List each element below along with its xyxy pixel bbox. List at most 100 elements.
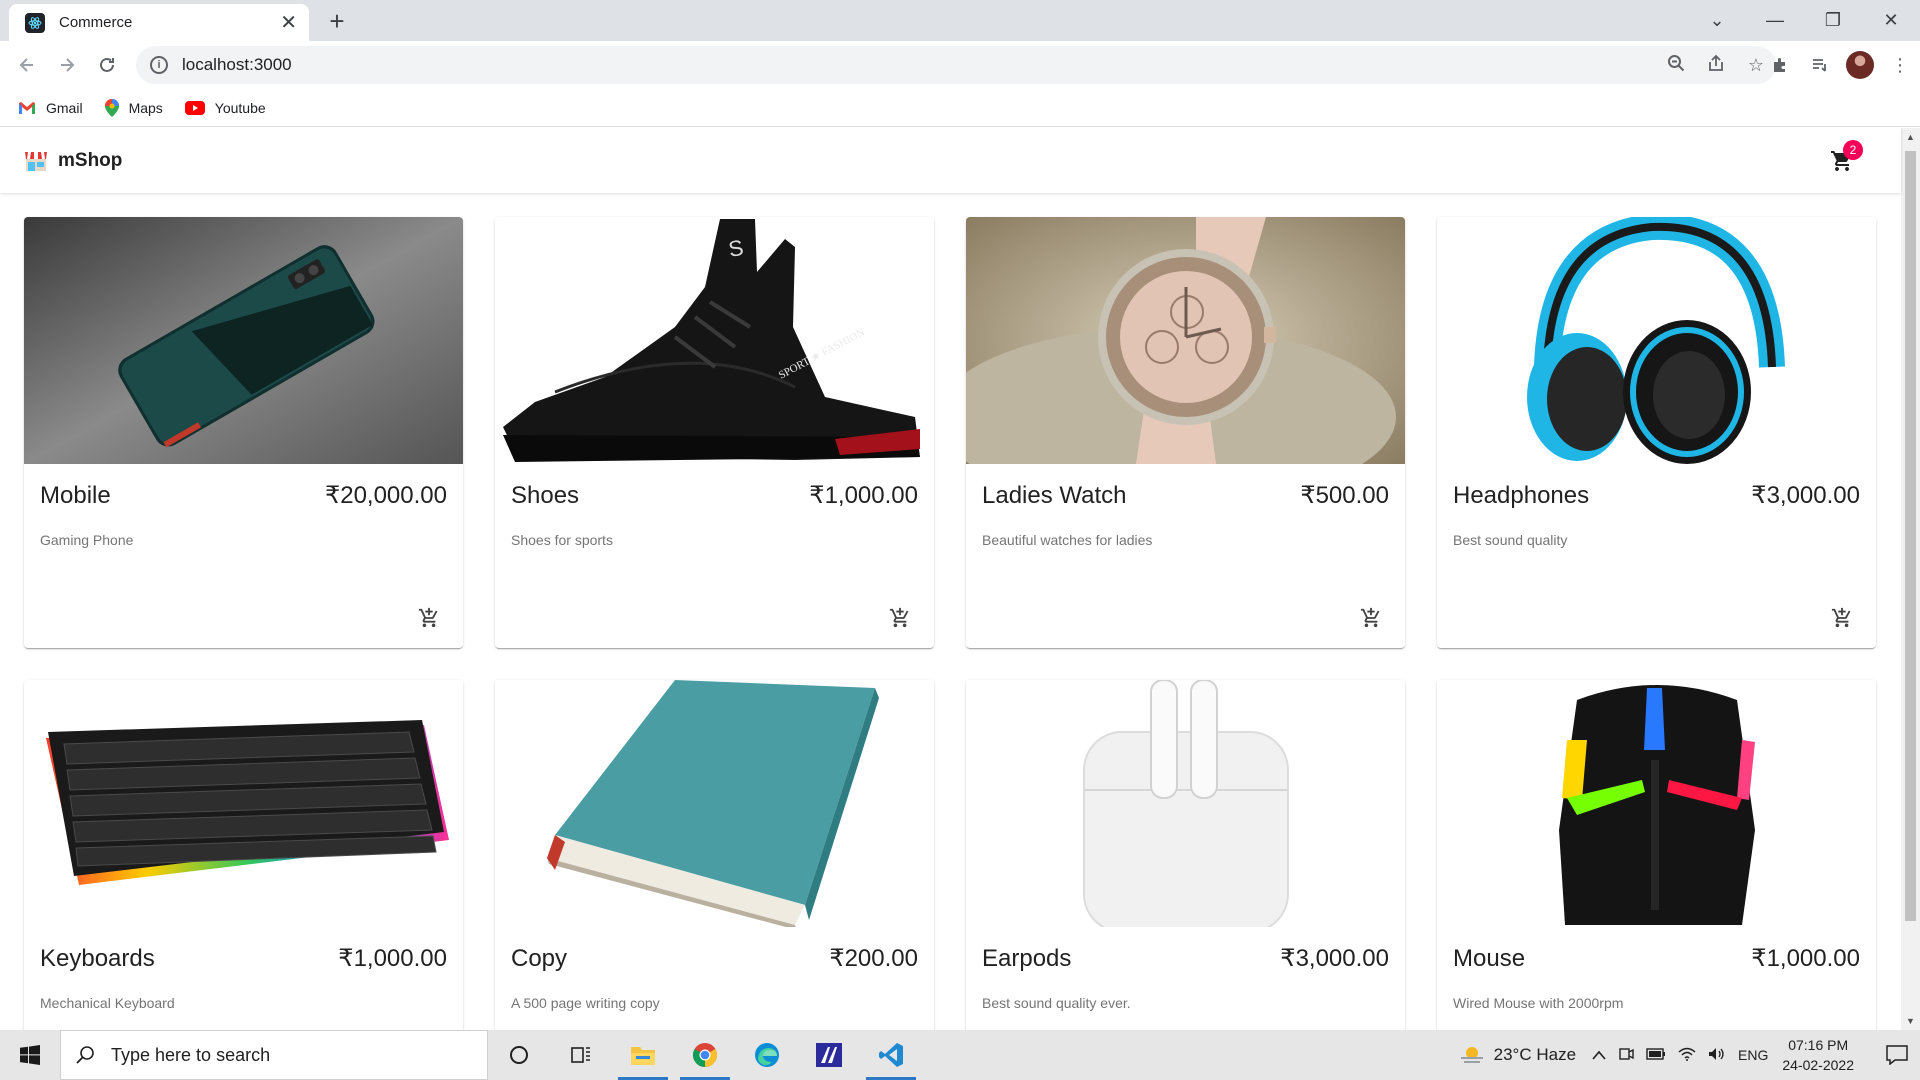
product-name: Keyboards: [40, 945, 155, 972]
browser-tab[interactable]: Commerce ✕: [9, 4, 309, 41]
product-price: ₹1,000.00: [338, 945, 447, 972]
product-image-shoes[interactable]: SPORT ★ FASHION S: [495, 217, 934, 464]
product-price: ₹3,000.00: [1280, 945, 1389, 972]
product-image-headphones[interactable]: [1437, 217, 1876, 464]
product-name: Copy: [511, 945, 568, 972]
product-description: Gaming Phone: [40, 532, 134, 548]
task-view-button[interactable]: [550, 1030, 612, 1080]
product-card: Mouse ₹1,000.00 Wired Mouse with 2000rpm: [1437, 680, 1876, 1030]
restore-button[interactable]: ❐: [1804, 10, 1862, 31]
page-scrollbar[interactable]: ▲ ▼: [1901, 128, 1920, 1030]
reload-button[interactable]: [93, 51, 121, 79]
add-to-cart-button[interactable]: [884, 602, 916, 634]
close-window-button[interactable]: ✕: [1862, 10, 1920, 31]
add-to-cart-button[interactable]: [1826, 602, 1858, 634]
zoom-icon[interactable]: [1656, 54, 1696, 77]
scrollbar-thumb[interactable]: [1905, 151, 1916, 921]
product-image-mouse[interactable]: [1437, 680, 1876, 927]
address-bar[interactable]: i localhost:3000 ☆: [136, 46, 1776, 84]
product-card: Copy ₹200.00 A 500 page writing copy: [495, 680, 934, 1030]
search-icon: [76, 1046, 94, 1064]
window-controls: ⌄ — ❐ ✕: [1688, 0, 1920, 41]
product-card: Earpods ₹3,000.00 Best sound quality eve…: [966, 680, 1405, 1030]
app-icon: [816, 1043, 842, 1067]
product-name: Earpods: [982, 945, 1072, 972]
product-image-keyboards[interactable]: [24, 680, 463, 927]
product-card: SPORT ★ FASHION S Shoes ₹1,000.00 Shoes …: [495, 217, 934, 648]
taskbar-search-input[interactable]: Type here to search: [60, 1030, 488, 1080]
cortana-button[interactable]: [488, 1030, 550, 1080]
tab-close-icon[interactable]: ✕: [280, 10, 297, 35]
show-hidden-icons-icon[interactable]: [1592, 1047, 1606, 1063]
back-button[interactable]: [13, 51, 41, 79]
battery-icon[interactable]: [1646, 1047, 1666, 1063]
react-favicon-icon: [25, 12, 45, 33]
bookmarks-bar: Gmail Maps Youtube: [0, 89, 1920, 127]
edge-button[interactable]: [736, 1030, 798, 1080]
product-description: Shoes for sports: [511, 532, 613, 548]
windows-taskbar: Type here to search 23°C Haze ENG 07:16 …: [0, 1030, 1920, 1080]
add-shopping-cart-icon: [1831, 607, 1851, 628]
product-description: Best sound quality: [1453, 532, 1568, 548]
product-name: Mobile: [40, 482, 111, 509]
add-shopping-cart-icon: [1360, 607, 1380, 628]
product-image-mobile[interactable]: [24, 217, 463, 464]
vscode-icon: [879, 1043, 903, 1067]
add-to-cart-button[interactable]: [413, 602, 445, 634]
clock-time: 07:16 PM: [1788, 1037, 1849, 1053]
scroll-up-arrow-icon[interactable]: ▲: [1901, 132, 1920, 142]
weather-widget[interactable]: 23°C Haze: [1458, 1044, 1576, 1066]
clock[interactable]: 07:16 PM 24-02-2022: [1782, 1035, 1854, 1075]
file-explorer-button[interactable]: [612, 1030, 674, 1080]
wifi-icon[interactable]: [1678, 1047, 1696, 1064]
bookmark-youtube[interactable]: Youtube: [184, 100, 266, 116]
bookmark-label: Maps: [128, 99, 163, 116]
add-to-cart-button[interactable]: [1355, 602, 1387, 634]
bookmark-maps[interactable]: Maps: [104, 98, 163, 117]
start-button[interactable]: [0, 1030, 60, 1080]
product-image-ladies-watch[interactable]: [966, 217, 1405, 464]
product-price: ₹20,000.00: [324, 482, 447, 509]
windows-logo-icon: [20, 1045, 40, 1065]
tab-search-icon[interactable]: ⌄: [1688, 10, 1746, 31]
system-tray: 23°C Haze ENG 07:16 PM 24-02-2022: [1458, 1030, 1920, 1080]
notification-icon: [1886, 1045, 1908, 1065]
extensions-icon[interactable]: [1760, 56, 1800, 74]
new-tab-button[interactable]: +: [322, 6, 352, 37]
share-icon[interactable]: [1696, 54, 1736, 77]
bookmark-gmail[interactable]: Gmail: [18, 100, 83, 116]
notification-center-button[interactable]: [1874, 1045, 1920, 1065]
product-description: A 500 page writing copy: [511, 995, 660, 1011]
product-price: ₹200.00: [829, 945, 918, 972]
product-price: ₹1,000.00: [809, 482, 918, 509]
scroll-down-arrow-icon[interactable]: ▼: [1901, 1016, 1920, 1026]
product-price: ₹3,000.00: [1751, 482, 1860, 509]
search-placeholder: Type here to search: [111, 1044, 271, 1065]
shop-logo-icon[interactable]: [24, 149, 48, 173]
forward-button[interactable]: [53, 51, 81, 79]
add-shopping-cart-icon: [418, 607, 438, 628]
reading-list-icon[interactable]: [1800, 56, 1840, 74]
browser-tab-strip: Commerce ✕ + ⌄ — ❐ ✕: [0, 0, 1920, 41]
product-card: Keyboards ₹1,000.00 Mechanical Keyboard: [24, 680, 463, 1030]
site-info-icon[interactable]: i: [150, 56, 168, 74]
vscode-insiders-alt-button[interactable]: [798, 1030, 860, 1080]
browser-menu-icon[interactable]: ⋮: [1880, 55, 1920, 76]
product-card: Mobile ₹20,000.00 Gaming Phone: [24, 217, 463, 648]
maps-icon: [104, 98, 119, 117]
vscode-button[interactable]: [860, 1030, 922, 1080]
language-indicator[interactable]: ENG: [1738, 1047, 1768, 1063]
product-image-earpods[interactable]: [966, 680, 1405, 927]
volume-icon[interactable]: [1708, 1047, 1726, 1064]
product-name: Headphones: [1453, 482, 1590, 509]
brand-name[interactable]: mShop: [58, 150, 122, 172]
weather-text: 23°C Haze: [1493, 1045, 1577, 1064]
chrome-button[interactable]: [674, 1030, 736, 1080]
minimize-button[interactable]: —: [1746, 10, 1804, 31]
app-bar: mShop 2: [0, 128, 1901, 193]
cart-button[interactable]: 2: [1827, 140, 1863, 176]
product-card: Headphones ₹3,000.00 Best sound quality: [1437, 217, 1876, 648]
product-image-copy[interactable]: [495, 680, 934, 927]
profile-avatar[interactable]: [1840, 51, 1880, 79]
meet-now-icon[interactable]: [1618, 1046, 1634, 1065]
